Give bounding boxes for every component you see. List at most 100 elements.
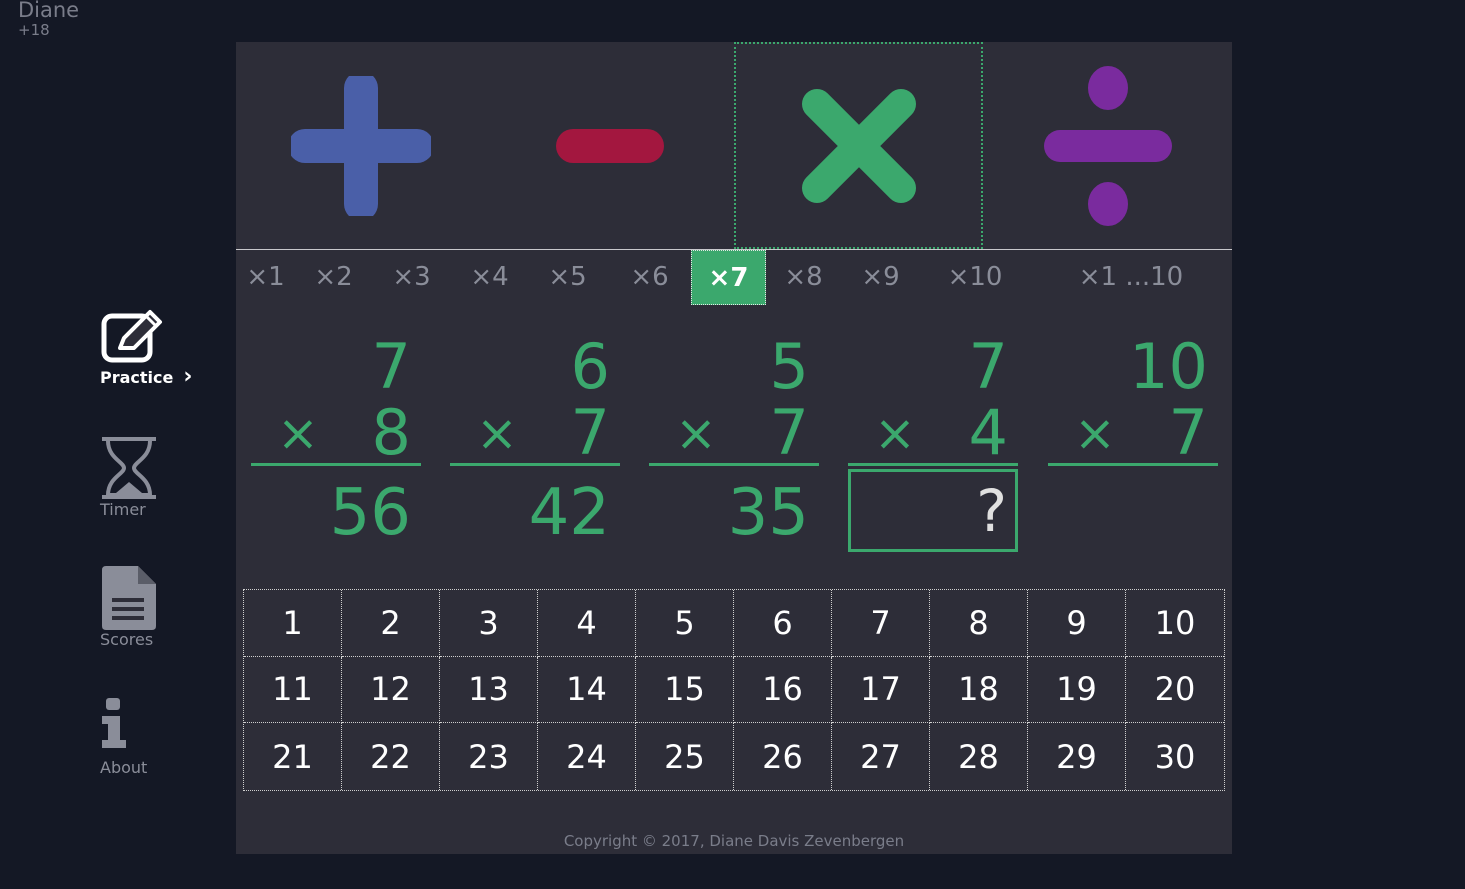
info-icon [100, 698, 220, 758]
problem-card: 7 × 8 56 [251, 332, 421, 557]
tab-x8[interactable]: ×8 [766, 250, 841, 305]
problem-card: 5 × 7 35 [649, 332, 819, 557]
nav-item-practice[interactable]: Practice › [100, 308, 220, 389]
nav-label-timer: Timer [100, 500, 146, 519]
key-30[interactable]: 30 [1126, 723, 1224, 790]
nav-item-about[interactable]: About [100, 698, 220, 777]
multiplier: 4 [968, 396, 1008, 469]
key-6[interactable]: 6 [734, 590, 832, 657]
tab-x2[interactable]: ×2 [296, 250, 371, 305]
answer: 42 [528, 476, 610, 550]
operator-sign: × [1074, 404, 1116, 462]
chevron-right-icon: › [183, 364, 193, 389]
plus-icon [290, 75, 431, 216]
tab-x1-10[interactable]: ×1 ...10 [1046, 250, 1216, 305]
key-26[interactable]: 26 [734, 723, 832, 790]
user-info: Diane +18 [18, 0, 79, 38]
answer-input[interactable]: ? [848, 469, 1018, 552]
user-name: Diane [18, 0, 80, 22]
key-24[interactable]: 24 [538, 723, 636, 790]
multiplier: 7 [570, 396, 610, 469]
tab-x7[interactable]: ×7 [691, 250, 766, 305]
operator-sign: × [874, 404, 916, 462]
key-27[interactable]: 27 [832, 723, 930, 790]
minus-icon [555, 128, 664, 163]
multiplicand: 10 [1129, 330, 1208, 403]
sum-line [848, 463, 1018, 466]
sum-line [251, 463, 421, 466]
times-operation-button[interactable] [734, 42, 983, 249]
key-3[interactable]: 3 [440, 590, 538, 657]
key-22[interactable]: 22 [342, 723, 440, 790]
tab-x3[interactable]: ×3 [374, 250, 449, 305]
answer: 35 [727, 476, 809, 550]
multiplicand: 6 [570, 330, 610, 403]
tab-x1[interactable]: ×1 [228, 250, 303, 305]
operator-sign: × [675, 404, 717, 462]
key-8[interactable]: 8 [930, 590, 1028, 657]
key-11[interactable]: 11 [244, 656, 342, 724]
key-1[interactable]: 1 [244, 590, 342, 657]
nav-label-about: About [100, 758, 148, 777]
sum-line [649, 463, 819, 466]
operator-sign: × [277, 404, 319, 462]
minus-operation-button[interactable] [485, 42, 734, 249]
key-29[interactable]: 29 [1028, 723, 1126, 790]
key-12[interactable]: 12 [342, 656, 440, 724]
key-17[interactable]: 17 [832, 656, 930, 724]
key-7[interactable]: 7 [832, 590, 930, 657]
times-icon [801, 88, 916, 203]
edit-icon [100, 308, 220, 368]
copyright-footer: Copyright © 2017, Diane Davis Zevenberge… [563, 832, 905, 850]
key-23[interactable]: 23 [440, 723, 538, 790]
hourglass-icon [100, 436, 220, 500]
nav-item-scores[interactable]: Scores [100, 566, 220, 649]
answer: 56 [329, 476, 411, 550]
multiplicand: 7 [968, 330, 1008, 403]
key-14[interactable]: 14 [538, 656, 636, 724]
multiplier: 8 [371, 396, 411, 469]
sum-line [1048, 463, 1218, 466]
key-19[interactable]: 19 [1028, 656, 1126, 724]
problem-list: 7 × 8 56 6 × 7 42 5 × 7 35 7 × 4 ? 10 × … [236, 332, 1232, 557]
multiplier: 7 [1168, 396, 1208, 469]
problem-card-current: 7 × 4 ? [848, 332, 1018, 557]
plus-operation-button[interactable] [236, 42, 485, 249]
divide-operation-button[interactable] [983, 42, 1232, 249]
tab-x6[interactable]: ×6 [612, 250, 687, 305]
key-4[interactable]: 4 [538, 590, 636, 657]
operator-sign: × [476, 404, 518, 462]
multiplicand: 7 [371, 330, 411, 403]
key-18[interactable]: 18 [930, 656, 1028, 724]
nav-label-practice: Practice [100, 368, 174, 387]
tab-x5[interactable]: ×5 [530, 250, 605, 305]
key-16[interactable]: 16 [734, 656, 832, 724]
nav-item-timer[interactable]: Timer [100, 436, 220, 519]
divide-icon [1043, 65, 1172, 226]
key-15[interactable]: 15 [636, 656, 734, 724]
key-13[interactable]: 13 [440, 656, 538, 724]
times-table-tabs: ×1 ×2 ×3 ×4 ×5 ×6 ×7 ×8 ×9 ×10 ×1 ...10 [236, 250, 1232, 305]
key-25[interactable]: 25 [636, 723, 734, 790]
key-5[interactable]: 5 [636, 590, 734, 657]
tab-x4[interactable]: ×4 [452, 250, 527, 305]
tab-x9[interactable]: ×9 [843, 250, 918, 305]
key-9[interactable]: 9 [1028, 590, 1126, 657]
key-10[interactable]: 10 [1126, 590, 1224, 657]
key-28[interactable]: 28 [930, 723, 1028, 790]
key-2[interactable]: 2 [342, 590, 440, 657]
practice-panel: ×1 ×2 ×3 ×4 ×5 ×6 ×7 ×8 ×9 ×10 ×1 ...10 … [236, 42, 1232, 854]
user-score: +18 [18, 21, 50, 39]
problem-card: 10 × 7 [1048, 332, 1218, 557]
multiplier: 7 [769, 396, 809, 469]
document-icon [100, 566, 220, 630]
key-20[interactable]: 20 [1126, 657, 1224, 724]
problem-card: 6 × 7 42 [450, 332, 620, 557]
sum-line [450, 463, 620, 466]
operation-selector [236, 42, 1232, 250]
multiplicand: 5 [769, 330, 809, 403]
nav-label-scores: Scores [100, 630, 154, 649]
tab-x10[interactable]: ×10 [928, 250, 1022, 305]
key-21[interactable]: 21 [244, 723, 342, 790]
number-keypad: 1 2 3 4 5 6 7 8 9 10 11 12 13 14 15 16 1… [243, 589, 1225, 791]
